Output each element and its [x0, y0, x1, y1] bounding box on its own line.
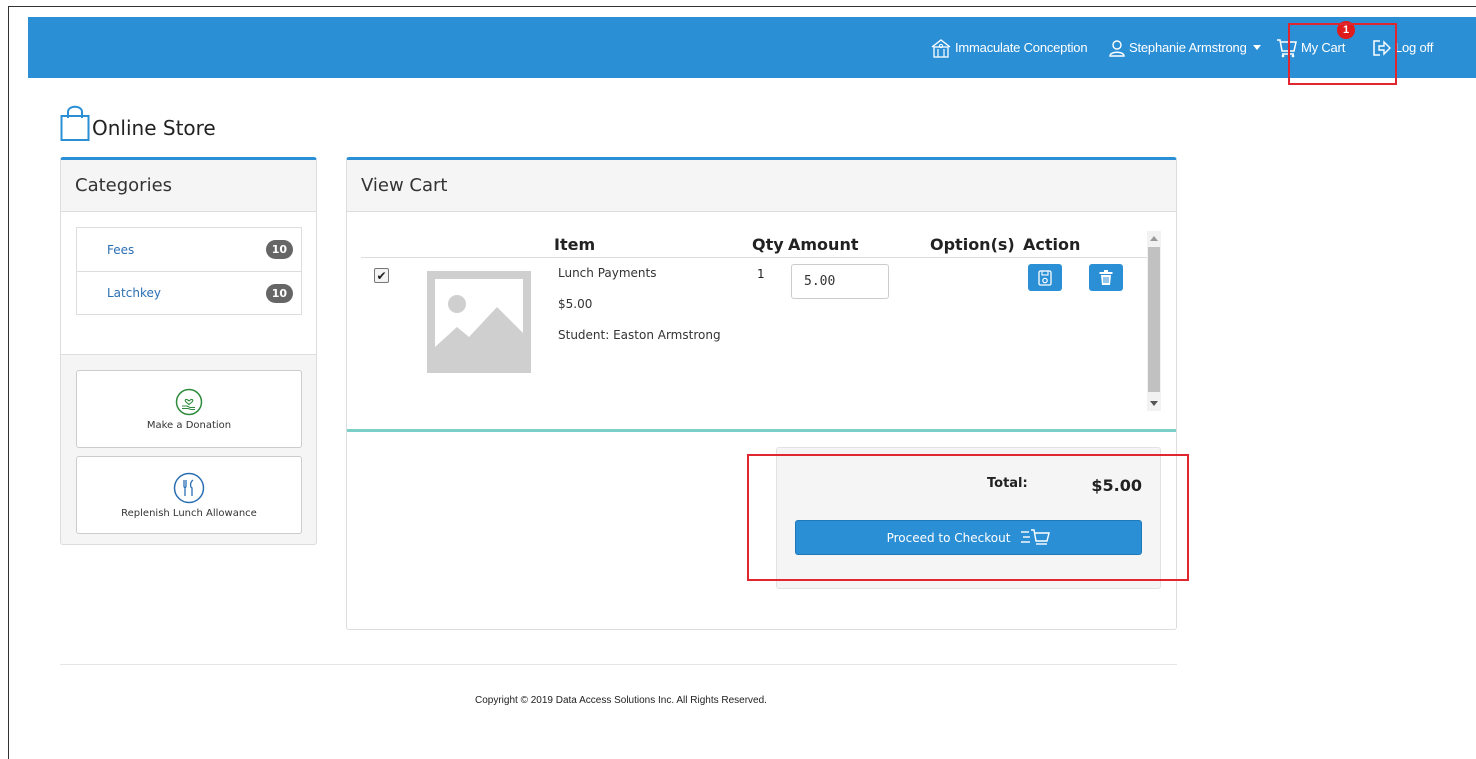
make-donation-tile[interactable]: Make a Donation	[76, 370, 302, 448]
category-label: Latchkey	[107, 286, 161, 300]
replenish-lunch-label: Replenish Lunch Allowance	[121, 507, 257, 519]
column-header-options: Option(s)	[930, 235, 1015, 254]
scroll-down-icon[interactable]	[1150, 401, 1158, 406]
categories-body: Fees 10 Latchkey 10	[61, 212, 316, 355]
make-donation-label: Make a Donation	[146, 419, 232, 431]
category-list: Fees 10 Latchkey 10	[76, 227, 302, 315]
cart-table: Item Qty Amount Option(s) Action ✔ Lunch…	[347, 213, 1176, 432]
category-count-badge: 10	[265, 240, 293, 259]
trash-icon	[1099, 269, 1113, 285]
item-select-checkbox[interactable]: ✔	[374, 268, 389, 283]
cart-scrollbar[interactable]	[1147, 231, 1161, 411]
category-item-fees[interactable]: Fees 10	[77, 228, 301, 271]
footer-divider	[60, 664, 1177, 665]
page-title: Online Store	[92, 116, 216, 140]
image-placeholder-icon	[427, 271, 531, 373]
replenish-lunch-tile[interactable]: Replenish Lunch Allowance	[76, 456, 302, 534]
item-student: Student: Easton Armstrong	[558, 328, 721, 342]
amount-input[interactable]	[791, 264, 889, 299]
table-header-divider	[361, 257, 1147, 258]
delete-item-button[interactable]	[1089, 264, 1123, 291]
copyright-text: Copyright © 2019 Data Access Solutions I…	[475, 695, 767, 706]
column-header-item: Item	[554, 235, 596, 254]
category-item-latchkey[interactable]: Latchkey 10	[77, 271, 301, 314]
checkout-highlight-box	[747, 454, 1189, 581]
nav-school[interactable]: Immaculate Conception	[930, 17, 1088, 78]
item-qty: 1	[757, 267, 765, 281]
categories-panel: Categories Fees 10 Latchkey 10 Make a Do…	[60, 157, 317, 545]
item-name: Lunch Payments	[558, 266, 657, 280]
category-label: Fees	[107, 242, 135, 257]
school-building-icon	[931, 38, 951, 58]
user-name: Stephanie Armstrong	[1129, 40, 1247, 55]
categories-heading: Categories	[61, 160, 316, 212]
save-icon	[1038, 269, 1052, 286]
chevron-down-icon	[1252, 45, 1261, 50]
column-header-amount: Amount	[788, 235, 859, 254]
donation-hand-heart-icon	[175, 388, 203, 415]
cart-highlight-box	[1288, 23, 1397, 85]
view-cart-heading: View Cart	[347, 160, 1176, 212]
scrollbar-thumb[interactable]	[1148, 247, 1160, 392]
shopping-bag-icon	[60, 105, 90, 141]
nav-school-label: Immaculate Conception	[955, 40, 1088, 55]
column-header-qty: Qty	[752, 235, 784, 254]
user-menu[interactable]: Stephanie Armstrong	[1108, 17, 1261, 78]
scroll-up-icon[interactable]	[1150, 236, 1158, 241]
save-item-button[interactable]	[1028, 264, 1062, 291]
category-count-badge: 10	[265, 283, 293, 303]
item-price: $5.00	[558, 297, 593, 311]
user-icon	[1109, 39, 1125, 57]
logoff-label: Log off	[1395, 40, 1434, 55]
column-header-action: Action	[1023, 235, 1081, 254]
page-header: Online Store	[60, 104, 216, 142]
fork-knife-icon	[173, 472, 205, 503]
